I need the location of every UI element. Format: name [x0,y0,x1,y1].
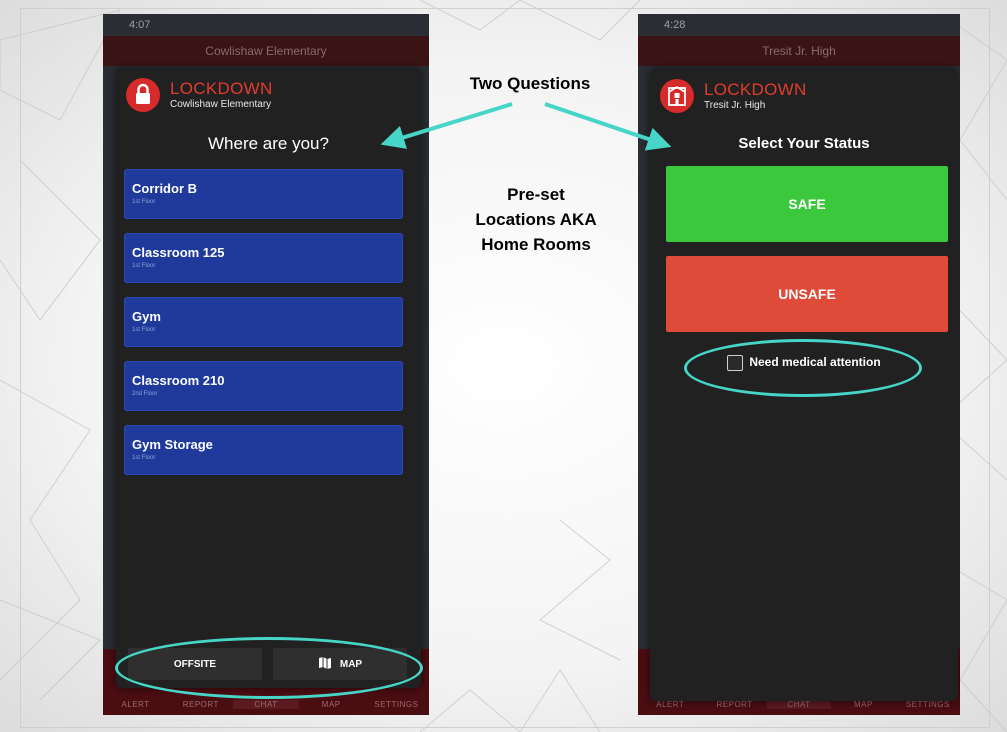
status-time: 4:07 [129,19,151,31]
safe-label: SAFE [788,196,826,212]
highlight-bottom-buttons [115,637,423,699]
alert-title: LOCKDOWN [170,79,273,98]
status-time: 4:28 [664,19,686,31]
location-dialog: LOCKDOWN Cowlishaw Elementary Where are … [116,68,421,688]
status-bar: 4:07 [103,14,429,38]
question-heading: Select Your Status [738,135,870,152]
location-name: Gym [132,309,161,324]
tab-settings[interactable]: SETTINGS [364,700,429,709]
tab-map[interactable]: MAP [299,700,364,709]
dialog-header: LOCKDOWN Cowlishaw Elementary [126,78,411,114]
location-button-gym[interactable]: Gym 1st Floor [124,297,403,347]
location-floor: 1st Floor [132,455,156,461]
location-name: Classroom 125 [132,245,225,260]
status-bar: 4:28 [638,14,960,38]
location-button-classroom-125[interactable]: Classroom 125 1st Floor [124,233,403,283]
tab-report[interactable]: REPORT [168,700,233,709]
location-name: Classroom 210 [132,373,225,388]
safe-button[interactable]: SAFE [666,166,948,242]
alert-title: LOCKDOWN [704,80,807,99]
alert-subtitle: Tresit Jr. High [704,100,766,111]
unsafe-button[interactable]: UNSAFE [666,256,948,332]
location-button-classroom-210[interactable]: Classroom 210 2nd Floor [124,361,403,411]
annotation-line: Locations AKA [475,210,597,229]
nav-bar-title: Cowlishaw Elementary [103,36,429,66]
annotation-line: Home Rooms [481,235,591,254]
location-floor: 1st Floor [132,327,156,333]
location-floor: 2nd Floor [132,391,158,397]
tab-chat[interactable]: CHAT [233,699,299,709]
lock-icon [126,78,160,112]
annotation-preset-locations: Pre-set Locations AKA Home Rooms [436,182,636,257]
highlight-medical-attention [684,339,922,397]
annotation-two-questions: Two Questions [469,74,591,93]
location-floor: 1st Floor [132,263,156,269]
nav-bar-title: Tresit Jr. High [638,36,960,66]
tab-alert[interactable]: ALERT [103,700,168,709]
location-button-corridor-b[interactable]: Corridor B 1st Floor [124,169,403,219]
location-name: Corridor B [132,181,197,196]
alert-subtitle: Cowlishaw Elementary [170,99,272,110]
question-heading: Where are you? [208,134,329,153]
dialog-header: LOCKDOWN Tresit Jr. High [660,79,948,115]
location-name: Gym Storage [132,437,213,452]
location-button-gym-storage[interactable]: Gym Storage 1st Floor [124,425,403,475]
left-phone: 4:07 Cowlishaw Elementary ALERT REPORT C… [103,14,429,715]
school-icon [660,79,694,113]
unsafe-label: UNSAFE [778,286,836,302]
annotation-line: Pre-set [507,185,565,204]
location-floor: 1st Floor [132,199,156,205]
